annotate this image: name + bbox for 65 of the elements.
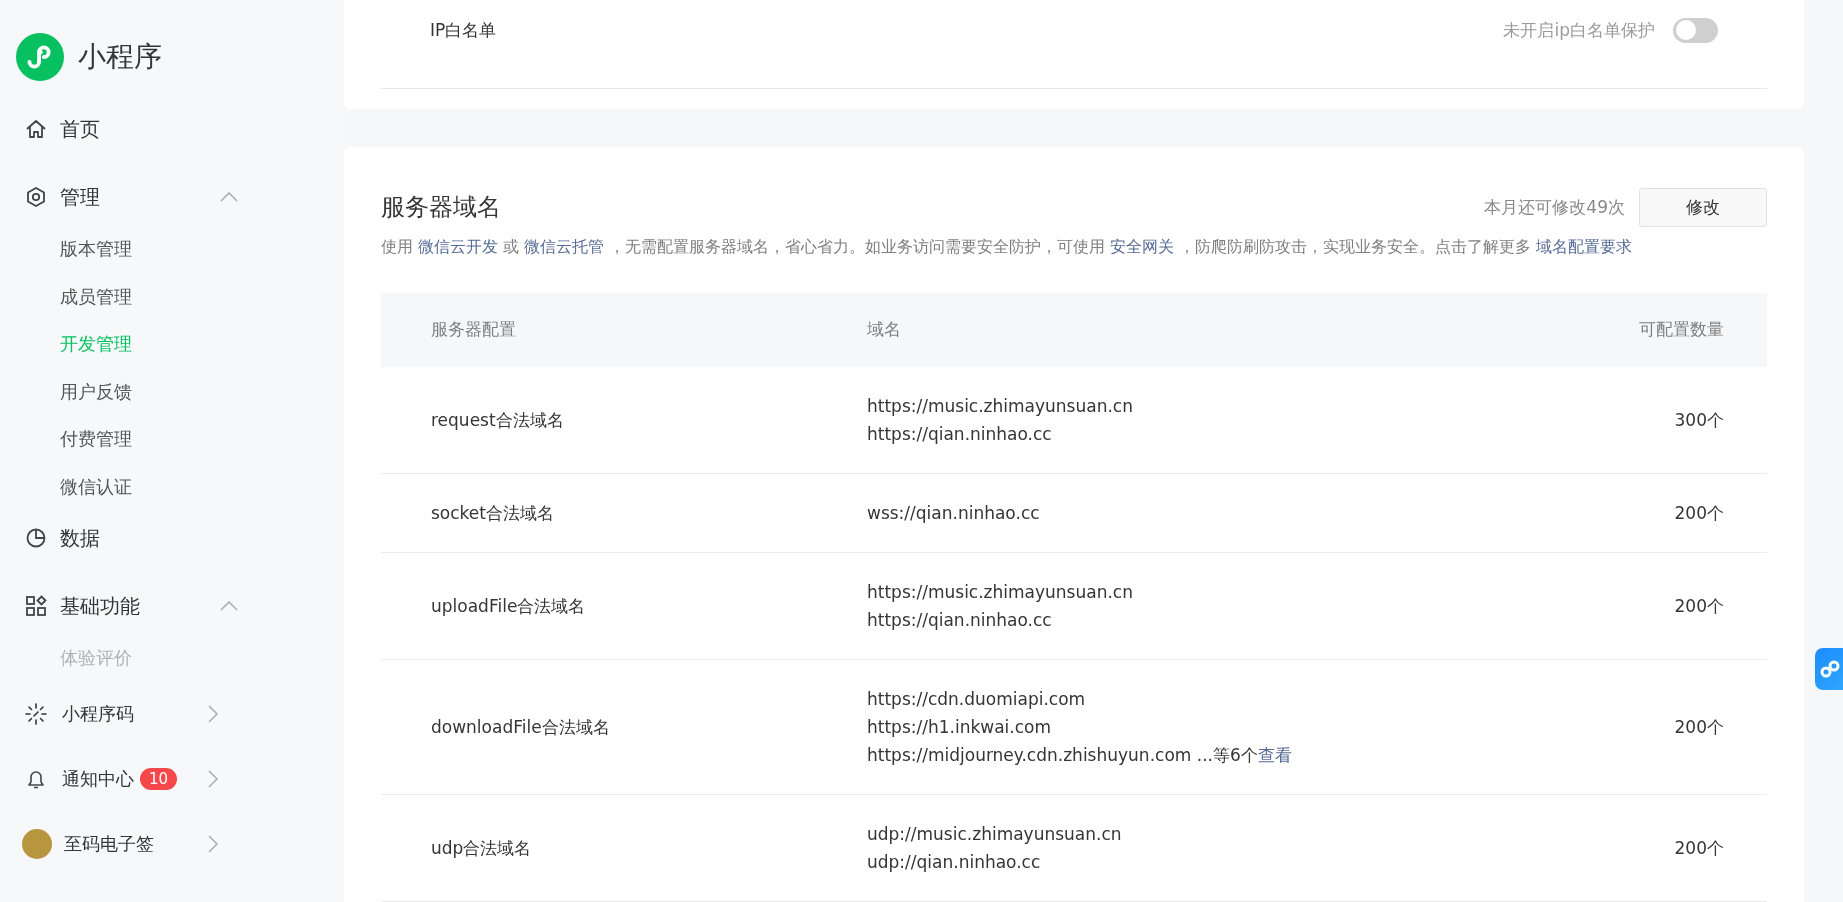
avatar-icon [22,829,52,859]
column-header: 可配置数量 [1638,319,1724,341]
nav-item[interactable]: 通知中心 10 [0,746,340,812]
pie-chart-icon [25,527,47,549]
ip-whitelist-label: IP白名单 [430,18,497,42]
quota-text: 本月还可修改49次 [1484,195,1625,219]
chevron-icon [220,192,238,202]
chevron-icon [220,601,238,611]
app-title: 小程序 [78,39,162,75]
domain-text: wss://qian.ninhao.cc [867,503,1040,523]
nav-item[interactable]: 至码电子签 [0,811,340,877]
notification-count: 10 [140,768,178,790]
nav-item[interactable]: 基础功能 [0,578,340,634]
text-link[interactable]: 安全网关 [1109,238,1174,256]
table-cell-text: request合法域名 [431,409,565,432]
table-cell-text: uploadFile合法域名 [431,595,587,618]
chevron-right-icon [208,770,218,788]
domain-text: https://music.zhimayunsuan.cn [867,582,1133,602]
nav-subitem[interactable]: 版本管理 [0,225,340,273]
table-cell-text: udp合法域名 [431,837,533,860]
bell-icon [25,768,47,790]
nav-subitem[interactable]: 付费管理 [0,415,340,463]
section-title: 服务器域名 [381,192,501,223]
nav-item[interactable]: 管理 [0,169,340,225]
nav-subitem[interactable]: 用户反馈 [0,367,340,415]
chevron-right-icon [208,835,218,853]
domain-text: https://qian.ninhao.cc [867,424,1052,444]
nav-item[interactable]: 小程序码 [0,681,340,747]
table-cell-text: 200个 [1673,716,1724,739]
toggle-switch[interactable] [1673,17,1718,43]
settings-icon [25,186,47,208]
nav-subitem[interactable]: 微信认证 [0,462,340,510]
view-link[interactable]: 查看 [1257,745,1292,765]
domain-text: https://qian.ninhao.cc [867,610,1052,630]
domain-text: udp://qian.ninhao.cc [867,852,1041,872]
table-cell-text: 200个 [1673,502,1724,525]
nav-item[interactable]: 数据 [0,510,340,566]
nav-subitem[interactable]: 成员管理 [0,272,340,320]
table-cell-text: 200个 [1673,837,1724,860]
text-link[interactable]: 微信云开发 [417,238,498,256]
domain-text: https://cdn.duomiapi.com [867,689,1086,709]
more-count-text: ...等6个 [1195,745,1258,765]
table-cell-text: 200个 [1673,595,1724,618]
table-cell-text: downloadFile合法域名 [431,716,611,739]
domain-text: https://h1.inkwai.com [867,717,1052,737]
text-link[interactable]: 域名配置要求 [1535,238,1632,256]
description-text: 使用 微信云开发 或 微信云托管 ，无需配置服务器域名，省心省力。如业务访问需要安全防护，可使用 安全网关 ，防爬防刷防攻击，实现业务安全。点击了解更多 域名配置要求 [381,237,1633,258]
ip-whitelist-status: 未开启ip白名单保护 [1503,18,1655,42]
logo-icon [16,33,64,81]
home-icon [25,118,47,140]
edit-button[interactable]: 修改 [1639,187,1767,227]
table-cell-text: 300个 [1673,409,1724,432]
column-header: 域名 [867,319,902,341]
link-icon [1820,659,1840,679]
nav-item[interactable]: 首页 [0,101,340,157]
sparkle-icon [25,703,47,725]
table-cell-text: socket合法域名 [431,502,555,525]
floating-button[interactable] [1815,648,1843,690]
domain-text: udp://music.zhimayunsuan.cn [867,824,1122,844]
column-header: 服务器配置 [431,319,517,341]
chevron-right-icon [208,705,218,723]
domain-text: https://music.zhimayunsuan.cn [867,396,1133,416]
domain-text: https://midjourney.cdn.zhishuyun.com [867,745,1192,765]
text-link[interactable]: 微信云托管 [523,238,604,256]
grid-icon [25,595,47,617]
